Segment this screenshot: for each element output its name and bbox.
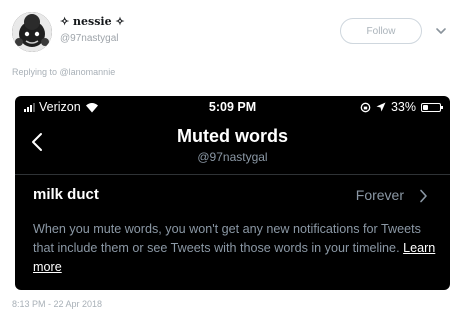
battery-percent: 33% [390, 100, 416, 114]
tweet-timestamp[interactable]: 8:13 PM - 22 Apr 2018 [12, 299, 102, 309]
display-name[interactable]: ✧ nessie ✧ [60, 15, 125, 28]
divider [15, 174, 450, 175]
user-handle[interactable]: @97nastygal [60, 33, 119, 44]
follow-button[interactable]: Follow [340, 18, 422, 44]
battery-icon [421, 102, 443, 112]
mute-duration[interactable]: Forever [356, 187, 404, 203]
avatar[interactable] [12, 12, 52, 52]
chevron-down-icon[interactable] [434, 24, 448, 38]
attached-screenshot[interactable]: Verizon 5:09 PM 33% Muted words @97nasty… [15, 96, 450, 290]
muted-word[interactable]: milk duct [33, 186, 99, 203]
info-body: When you mute words, you won't get any n… [33, 222, 421, 255]
mute-info-text: When you mute words, you won't get any n… [33, 220, 438, 277]
avatar-image [12, 12, 52, 52]
page-title: Muted words [177, 126, 288, 146]
rotation-lock-icon [360, 102, 371, 112]
battery-level [423, 104, 428, 110]
location-arrow-icon [376, 102, 386, 112]
status-bar: Verizon 5:09 PM 33% [15, 96, 450, 118]
page-subtitle: @97nastygal [197, 150, 268, 164]
chevron-right-icon[interactable] [419, 189, 428, 203]
replying-to: Replying to @lanomannie [12, 67, 116, 77]
tweet-card: ✧ nessie ✧ @97nastygal Follow Replying t… [0, 0, 468, 318]
